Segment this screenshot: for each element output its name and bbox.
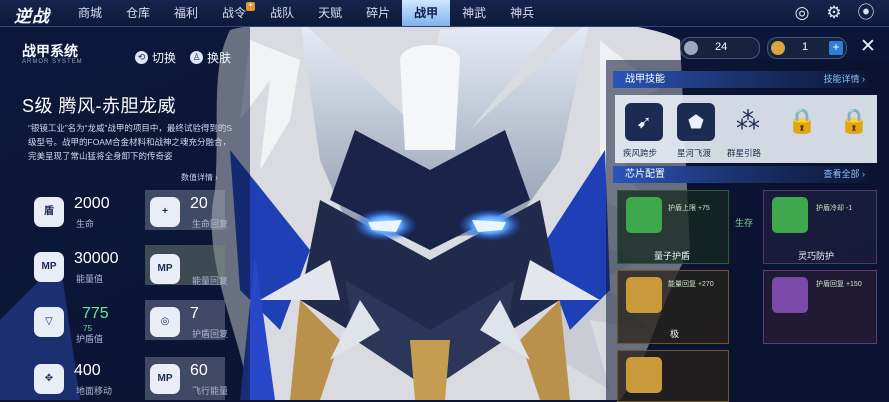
chip-stat: 能量回复 +270 xyxy=(668,281,714,288)
tab-armor[interactable]: 战甲 xyxy=(402,0,451,26)
shield-regen-icon: ◎ xyxy=(150,307,180,337)
skill-slot-locked[interactable]: 🔒 xyxy=(777,99,827,149)
tab-battle-pass[interactable]: 战令 ✦ xyxy=(210,0,258,26)
switch-button[interactable]: ⟲ 切换 xyxy=(135,48,176,66)
chip-category-label: 生存 xyxy=(735,218,754,228)
stat-label: 护盾回复 xyxy=(192,329,229,339)
chip-green-icon xyxy=(772,197,808,233)
chip-slot[interactable]: 护盾冷却 -1 灵巧防护 xyxy=(763,190,877,264)
flight-energy-icon: MP xyxy=(150,364,180,394)
skin-icon: ♙ xyxy=(190,50,203,64)
star-river-icon: ⬟ xyxy=(677,103,715,141)
view-all-link[interactable]: 查看全部 › xyxy=(824,166,866,183)
skills-title: 战甲技能 xyxy=(625,74,665,85)
tab-battle-pass-label: 战令 xyxy=(222,6,247,20)
tab-talent[interactable]: 天赋 xyxy=(306,0,354,26)
chip-purple-icon xyxy=(772,277,808,313)
stat-label: 能量回复 xyxy=(192,276,229,286)
game-logo: 逆战 xyxy=(14,7,50,26)
add-currency-button[interactable]: + xyxy=(829,41,843,55)
tab-shop[interactable]: 商城 xyxy=(66,0,114,26)
tab-team[interactable]: 战队 xyxy=(258,0,306,26)
chips-panel: 护盾上限 +75 量子护盾 生存 护盾冷却 -1 灵巧防护 能量回复 +270 … xyxy=(613,186,879,402)
stat-details-link[interactable]: 数值详情 › xyxy=(181,172,218,183)
chips-title: 芯片配置 xyxy=(625,169,665,180)
lock-icon: 🔒 xyxy=(839,108,869,135)
top-right-icons: ◎ ⚙ ⦿ xyxy=(791,3,877,23)
tab-divine-weapon[interactable]: 神兵 xyxy=(498,0,546,26)
currency-b-amount: 1 xyxy=(802,41,809,53)
chip-gold-icon xyxy=(626,277,662,313)
mech-description: “银镜工业”名为“龙威”战甲的项目中，最终试验得到的S级型号。战甲的FOAM合金… xyxy=(28,123,232,161)
top-navigation-bar: 逆战 商城 仓库 福利 战令 ✦ 战队 天赋 碎片 战甲 神武 神兵 ◎ ⚙ ⦿ xyxy=(0,0,889,27)
stat-value: 20 xyxy=(190,195,208,212)
switch-label: 切换 xyxy=(152,50,177,65)
chip-name: 量子护盾 xyxy=(654,251,691,261)
stat-label: 地面移动 xyxy=(76,386,113,396)
tab-fragments[interactable]: 碎片 xyxy=(354,0,402,26)
stat-label: 能量值 xyxy=(76,274,104,284)
energy-regen-icon: MP xyxy=(150,254,180,284)
chip-name: 极 xyxy=(670,329,680,339)
switch-icon: ⟲ xyxy=(135,50,148,64)
health-regen-icon: + xyxy=(150,197,180,227)
skill-slot[interactable]: ⬟ 星河飞渡 xyxy=(671,99,721,158)
chip-green-icon xyxy=(626,197,662,233)
stat-label: 生命回复 xyxy=(192,219,229,229)
chip-slot[interactable]: 护盾上限 +75 量子护盾 xyxy=(617,190,729,264)
chip-stat: 护盾回复 +150 xyxy=(816,281,862,288)
chips-header: 芯片配置 查看全部 › xyxy=(613,166,869,183)
notification-badge-icon: ✦ xyxy=(246,2,256,11)
mech-name: S级 腾风-赤胆龙威 xyxy=(22,96,177,116)
move-icon: ✥ xyxy=(34,364,64,394)
spiral-icon[interactable]: ◎ xyxy=(791,3,813,23)
health-icon: 盾 xyxy=(34,197,64,227)
crystal-icon xyxy=(684,41,698,55)
shield-icon: ▽ xyxy=(34,307,64,337)
stat-label: 护盾值 xyxy=(76,334,104,344)
tab-welfare[interactable]: 福利 xyxy=(162,0,210,26)
chip-category: 生存 xyxy=(731,208,761,238)
stat-value: 2000 xyxy=(74,195,110,212)
close-icon[interactable]: ✕ xyxy=(859,37,877,56)
chip-stat: 护盾上限 +75 xyxy=(668,205,710,212)
chip-stat: 护盾冷却 -1 xyxy=(816,205,853,212)
tab-divine-martial[interactable]: 神武 xyxy=(450,0,498,26)
system-subtitle: ARMOR SYSTEM xyxy=(22,59,83,65)
currency-a: 24 xyxy=(680,37,760,59)
stat-label: 飞行能量 xyxy=(192,386,229,396)
stat-value: 7 xyxy=(190,305,199,322)
skill-details-link[interactable]: 技能详情 › xyxy=(824,71,866,88)
stat-value: 400 xyxy=(74,362,101,379)
main-tabs: 商城 仓库 福利 战令 ✦ 战队 天赋 碎片 战甲 神武 神兵 xyxy=(66,0,546,26)
stat-label: 生命 xyxy=(76,219,95,229)
stat-value: 775 xyxy=(82,305,109,322)
energy-icon: MP xyxy=(34,252,64,282)
coin-icon xyxy=(771,41,785,55)
chip-name: 灵巧防护 xyxy=(798,251,835,261)
skill-slot[interactable]: ➹ 疾风跨步 xyxy=(619,99,669,158)
currency-a-amount: 24 xyxy=(715,41,728,53)
stars-icon: ⁂ xyxy=(736,108,760,135)
chip-slot[interactable] xyxy=(617,350,729,402)
skills-panel: ➹ 疾风跨步 ⬟ 星河飞渡 ⁂ 群星引路 🔒 🔒 xyxy=(615,95,877,163)
stat-value: 60 xyxy=(190,362,208,379)
chip-slot[interactable]: 护盾回复 +150 xyxy=(763,270,877,344)
skill-slot-locked[interactable]: 🔒 xyxy=(829,99,879,149)
gear-icon[interactable]: ⚙ xyxy=(823,3,845,23)
change-skin-button[interactable]: ♙ 换肤 xyxy=(190,48,231,66)
record-icon[interactable]: ⦿ xyxy=(855,3,877,23)
skin-label: 换肤 xyxy=(207,50,232,65)
dash-icon: ➹ xyxy=(625,103,663,141)
system-title: 战甲系统 xyxy=(22,43,78,59)
lock-icon: 🔒 xyxy=(787,108,817,135)
chip-gold-icon xyxy=(626,357,662,393)
chip-slot[interactable]: 能量回复 +270 极 xyxy=(617,270,729,344)
stat-value: 30000 xyxy=(74,250,119,267)
skill-slot[interactable]: ⁂ 群星引路 xyxy=(723,99,773,158)
tab-warehouse[interactable]: 仓库 xyxy=(114,0,162,26)
skills-header: 战甲技能 技能详情 › xyxy=(613,71,869,88)
currency-b: 1 + xyxy=(767,37,847,59)
